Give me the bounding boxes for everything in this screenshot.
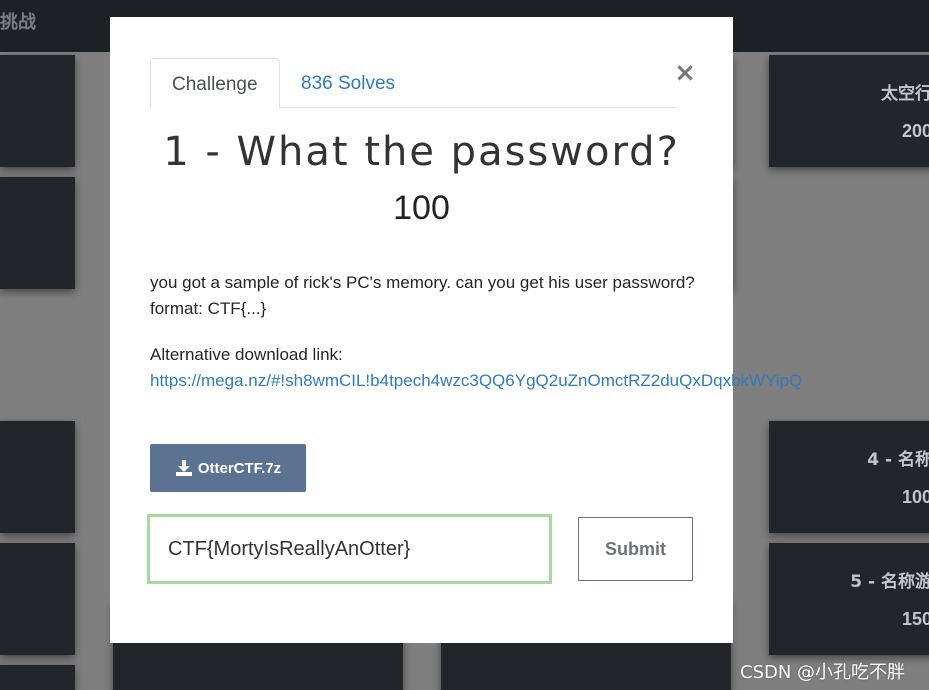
challenge-card[interactable]: 5 - 名称游 150 (769, 543, 929, 655)
description-line: you got a sample of rick's PC's memory. … (150, 273, 695, 292)
challenge-value: 100 (393, 189, 450, 227)
modal-tabs: Challenge 836 Solves (150, 58, 677, 109)
tab-solves[interactable]: 836 Solves (280, 58, 416, 109)
close-button[interactable]: × (673, 60, 697, 86)
submit-button[interactable]: Submit (578, 517, 693, 581)
flag-input[interactable]: CTF{MortyIsReallyAnOtter} (147, 514, 552, 584)
file-download-button[interactable]: OtterCTF.7z (150, 444, 306, 492)
challenge-card[interactable] (0, 55, 75, 167)
alt-download-link[interactable]: https://mega.nz/#!sh8wmCIL!b4tpech4wzc3Q… (150, 368, 802, 394)
challenge-card[interactable] (0, 421, 75, 533)
description-format: format: CTF{...} (150, 299, 267, 318)
challenge-card[interactable] (0, 665, 75, 690)
card-title: 4 - 名称 (867, 450, 929, 470)
card-title: 5 - 名称游 (850, 572, 929, 592)
challenge-modal: Challenge 836 Solves × 1 - What the pass… (110, 17, 802, 643)
challenge-card[interactable]: 4 - 名称 100 (769, 421, 929, 533)
tab-challenge[interactable]: Challenge (150, 58, 280, 109)
challenge-card[interactable] (0, 177, 75, 289)
alt-download-label: Alternative download link: (150, 345, 343, 364)
card-value: 150 (901, 609, 929, 629)
card-value: 200 (901, 121, 929, 141)
download-icon (175, 459, 193, 477)
card-value: 100 (901, 487, 929, 507)
card-title: 太空行 (881, 84, 929, 104)
nav-title[interactable]: 挑战 (0, 8, 36, 34)
file-button-label: OtterCTF.7z (197, 459, 282, 477)
challenge-description: you got a sample of rick's PC's memory. … (150, 270, 710, 322)
challenge-card[interactable]: 太空行 200 (769, 55, 929, 167)
challenge-card[interactable] (0, 543, 75, 655)
challenge-title: 1 - What the password? (163, 129, 680, 175)
watermark: CSDN @小孔吃不胖 (740, 662, 906, 683)
